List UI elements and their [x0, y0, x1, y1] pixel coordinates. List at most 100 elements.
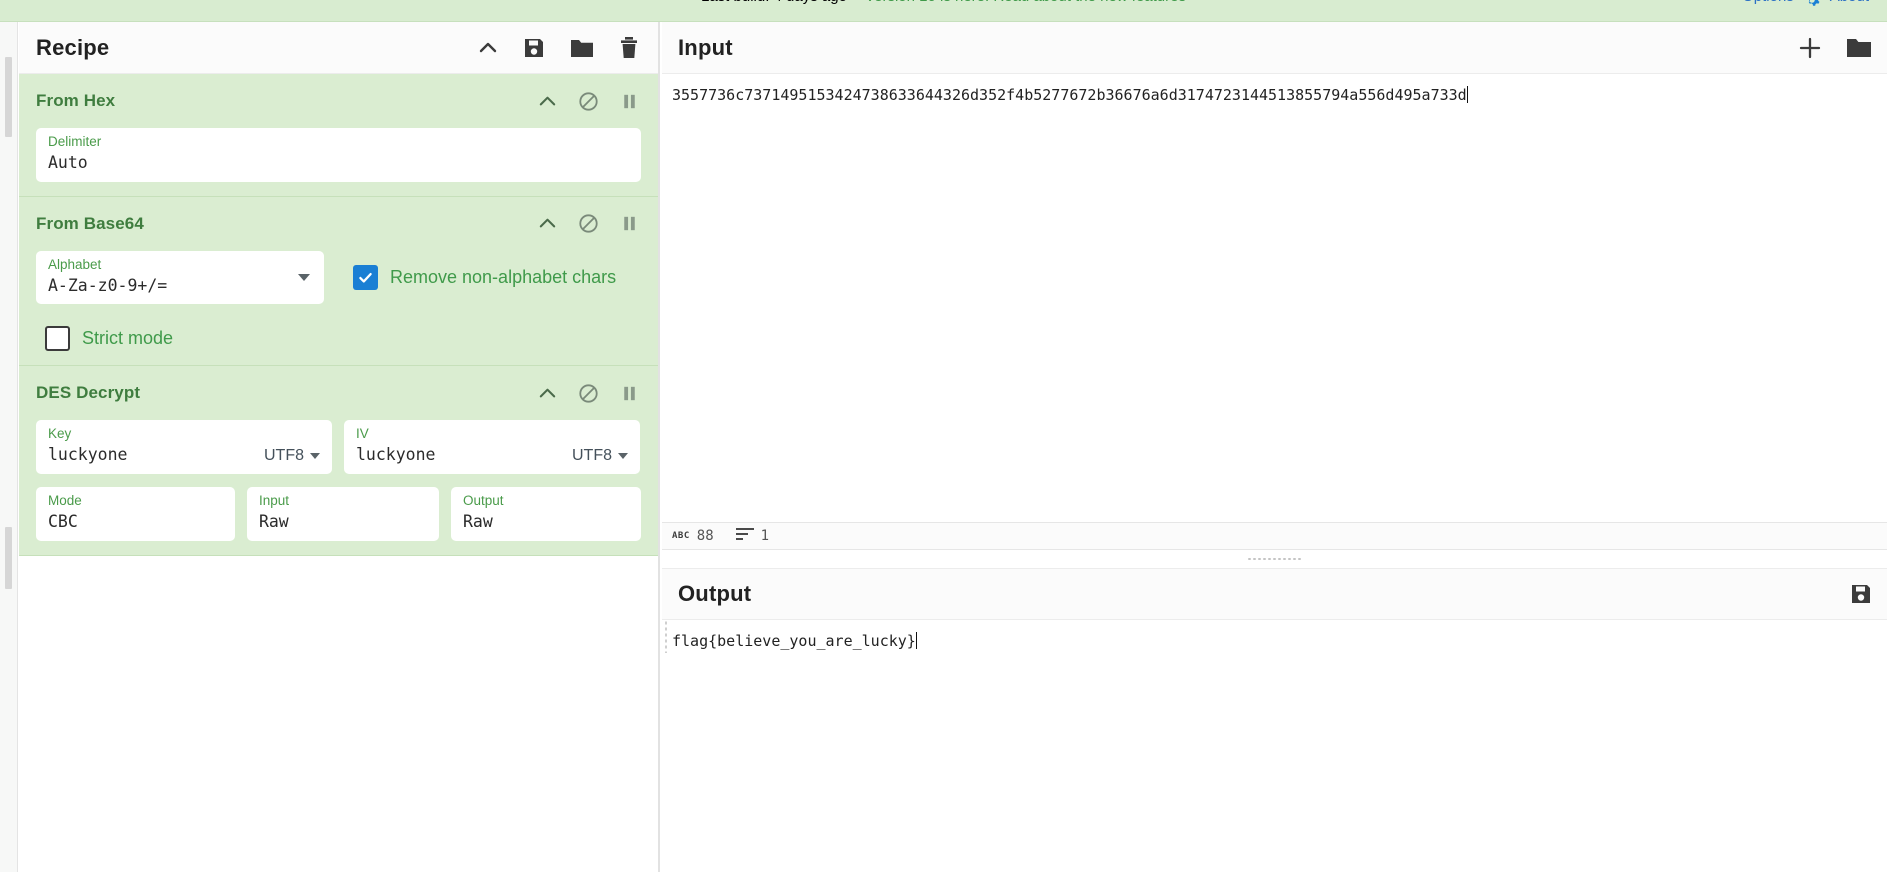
output-gutter-grip[interactable]	[664, 620, 669, 653]
alphabet-select[interactable]: Alphabet A-Za-z0-9+/=	[36, 250, 324, 305]
output-value: flag{believe_you_are_lucky}	[672, 632, 916, 650]
operations-rail	[0, 22, 18, 872]
key-encoding-select[interactable]: UTF8	[264, 447, 320, 465]
operation-from-hex[interactable]: From Hex Delimiter Auto	[19, 74, 658, 197]
output-editor[interactable]: flag{believe_you_are_lucky}	[662, 620, 1887, 653]
operation-actions	[537, 213, 640, 234]
about-link[interactable]: About	[1830, 0, 1869, 5]
disable-op-icon[interactable]	[578, 91, 599, 112]
strict-mode-checkbox[interactable]: Strict mode	[45, 326, 174, 352]
version-note-text[interactable]: Version 10 is here! Read about the new f…	[865, 0, 1186, 5]
chevron-down-icon[interactable]	[298, 274, 310, 282]
lines-icon	[735, 527, 754, 545]
output-text-cursor	[915, 632, 917, 649]
arg-row: Alphabet A-Za-z0-9+/= Remove non-alphabe…	[36, 250, 641, 305]
operation-header: From Base64	[19, 207, 658, 241]
iv-encoding-value: UTF8	[572, 446, 612, 464]
input-editor[interactable]: 3557736c7371495153424738633644326d352f4b…	[662, 74, 1887, 522]
recipe-header-actions	[477, 36, 640, 60]
operation-body: Key luckyone UTF8 IV luckyone UTF8 Mode …	[19, 420, 658, 541]
collapse-op-icon[interactable]	[537, 91, 558, 112]
announcement-banner: Last build: 4 days ago Version 10 is her…	[0, 0, 1887, 22]
save-recipe-icon[interactable]	[522, 36, 546, 60]
delimiter-field[interactable]: Delimiter Auto	[36, 128, 641, 182]
input-panel-title: Input	[678, 34, 733, 60]
checkbox-checked-icon[interactable]	[353, 264, 378, 290]
gear-icon[interactable]	[1804, 0, 1820, 8]
collapse-op-icon[interactable]	[537, 213, 558, 234]
operation-title: DES Decrypt	[36, 383, 141, 403]
load-recipe-icon[interactable]	[569, 36, 595, 60]
iv-field[interactable]: IV luckyone UTF8	[344, 420, 640, 474]
key-encoding-value: UTF8	[264, 446, 304, 464]
input-format-field[interactable]: Input Raw	[246, 486, 439, 541]
field-value: Auto	[48, 153, 88, 173]
banner-right-links: Options About	[1742, 0, 1869, 8]
io-splitter[interactable]	[662, 550, 1887, 568]
field-value: CBC	[48, 512, 78, 532]
chevron-down-icon[interactable]	[618, 452, 628, 459]
input-header-actions	[1797, 35, 1873, 61]
output-format-field[interactable]: Output Raw	[450, 486, 641, 541]
operation-from-base64[interactable]: From Base64 Alphabet A-Za-z0-9+/= Remove…	[19, 196, 658, 367]
input-length-stat: ABC 88	[672, 528, 714, 544]
output-panel-title: Output	[678, 581, 752, 606]
arg-row: Delimiter Auto	[36, 128, 641, 182]
disable-op-icon[interactable]	[578, 213, 599, 234]
io-panels: Input 3557736c7371495153424738633644326d…	[662, 22, 1887, 872]
checkbox-label: Strict mode	[82, 328, 174, 349]
chevron-down-icon[interactable]	[310, 452, 320, 459]
operation-des-decrypt[interactable]: DES Decrypt Key luckyone UTF8 IV luckyon…	[19, 366, 658, 556]
banner-center-text: Last build: 4 days ago Version 10 is her…	[0, 0, 1887, 5]
collapse-op-icon[interactable]	[537, 383, 558, 404]
checkbox-label: Remove non-alphabet chars	[390, 266, 617, 287]
input-lines-stat: 1	[735, 527, 770, 545]
iv-encoding-select[interactable]: UTF8	[572, 447, 628, 465]
rail-scrollbar-thumb[interactable]	[5, 57, 12, 137]
field-label: Output	[462, 492, 504, 508]
save-output-icon[interactable]	[1849, 582, 1873, 606]
clear-recipe-icon[interactable]	[618, 36, 640, 60]
field-value: A-Za-z0-9+/=	[48, 275, 168, 295]
text-cursor	[1466, 86, 1468, 103]
operation-actions	[537, 383, 640, 404]
field-label: Key	[48, 426, 72, 442]
arg-row: Key luckyone UTF8 IV luckyone UTF8	[36, 420, 641, 474]
cyberchef-app: Last build: 4 days ago Version 10 is her…	[0, 0, 1887, 872]
breakpoint-op-icon[interactable]	[619, 91, 640, 112]
operation-body: Alphabet A-Za-z0-9+/= Remove non-alphabe…	[19, 250, 658, 352]
input-text[interactable]: 3557736c7371495153424738633644326d352f4b…	[672, 84, 1873, 107]
key-field[interactable]: Key luckyone UTF8	[36, 420, 332, 474]
breakpoint-op-icon[interactable]	[619, 383, 640, 404]
output-panel-header: Output	[662, 568, 1887, 620]
abc-icon: ABC	[672, 531, 690, 541]
remove-non-alphabet-checkbox-wrap: Remove non-alphabet chars	[336, 251, 616, 305]
last-build-text: Last build: 4 days ago	[701, 0, 847, 5]
input-status-bar: ABC 88 1	[662, 522, 1887, 550]
field-label: IV	[356, 426, 369, 442]
options-link[interactable]: Options	[1742, 0, 1794, 5]
input-value: 3557736c7371495153424738633644326d352f4b…	[672, 86, 1467, 104]
remove-non-alphabet-checkbox[interactable]: Remove non-alphabet chars	[353, 264, 617, 290]
operation-title: From Hex	[36, 91, 116, 110]
input-panel-header: Input	[662, 22, 1887, 74]
recipe-panel: Recipe From Hex Delimiter Auto From Base…	[19, 22, 660, 872]
checkbox-unchecked-icon[interactable]	[45, 326, 70, 352]
input-lines-value: 1	[760, 528, 770, 544]
breakpoint-op-icon[interactable]	[619, 213, 640, 234]
arg-row: Mode CBC Input Raw Output Raw	[36, 486, 641, 541]
rail-splitter-grip[interactable]	[5, 527, 12, 589]
field-label: Alphabet	[48, 256, 102, 272]
recipe-panel-header: Recipe	[19, 22, 658, 74]
mode-field[interactable]: Mode CBC	[36, 486, 235, 541]
operation-body: Delimiter Auto	[19, 128, 658, 182]
operation-title: From Base64	[36, 213, 144, 233]
output-header-actions	[1849, 582, 1873, 606]
disable-op-icon[interactable]	[578, 383, 599, 404]
add-input-tab-icon[interactable]	[1797, 35, 1823, 61]
field-value: Raw	[462, 512, 493, 532]
collapse-chevron-icon[interactable]	[477, 37, 499, 59]
splitter-grip-icon	[1246, 557, 1303, 561]
field-label: Mode	[48, 492, 82, 508]
open-folder-icon[interactable]	[1845, 36, 1873, 60]
